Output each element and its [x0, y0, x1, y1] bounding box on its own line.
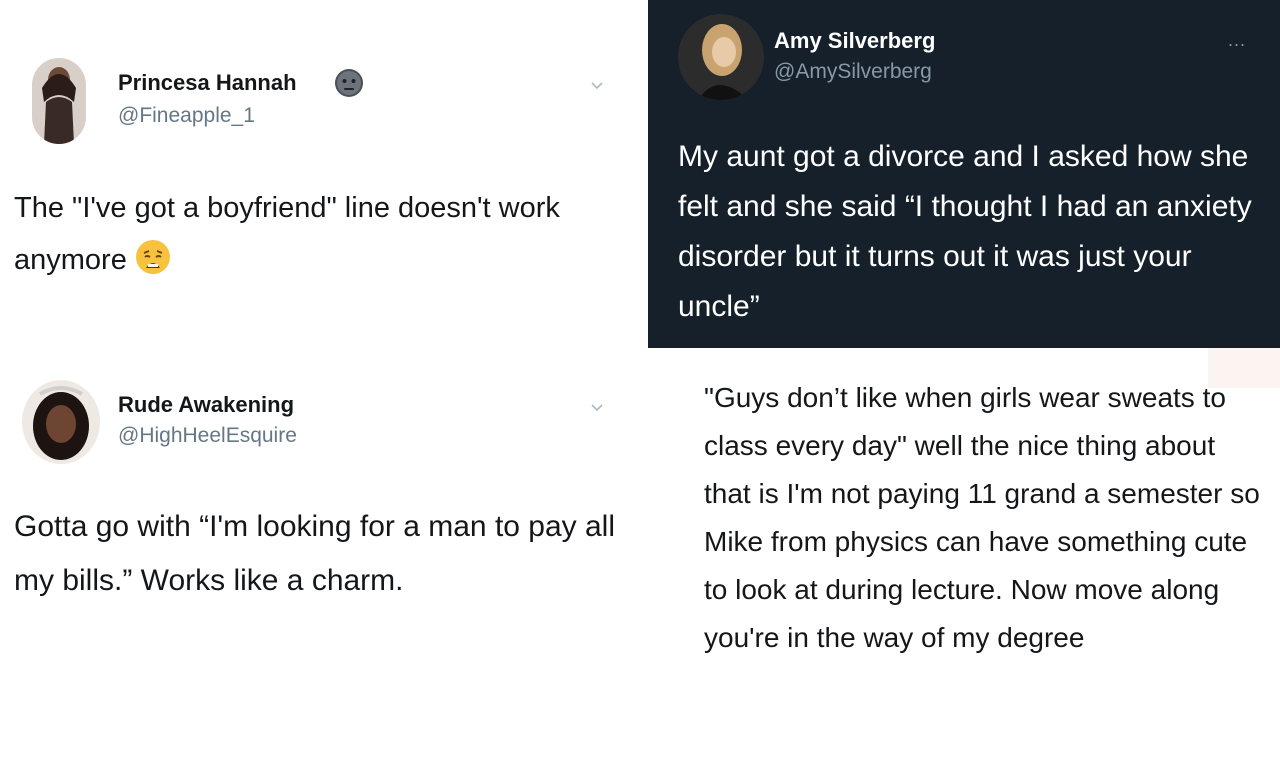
tweet-text: Gotta go with “I'm looking for a man to …: [14, 510, 616, 597]
user-avatar-icon[interactable]: [22, 380, 100, 464]
display-name[interactable]: Amy Silverberg: [774, 28, 935, 54]
display-name[interactable]: Rude Awakening: [118, 392, 294, 418]
user-handle[interactable]: @AmySilverberg: [774, 60, 932, 84]
weary-face-emoji-icon: [135, 239, 171, 275]
tweet-text: "Guys don’t like when girls wear sweats …: [704, 382, 1260, 653]
chevron-down-icon[interactable]: [590, 78, 604, 92]
tweet-text-content: The "I've got a boyfriend" line doesn't …: [14, 192, 560, 276]
neutral-face-emoji-icon: [334, 68, 364, 98]
tweet-text-card: "Guys don’t like when girls wear sweats …: [648, 348, 1280, 769]
user-handle[interactable]: @Fineapple_1: [118, 104, 255, 128]
tweet-card-rude-awakening: Rude Awakening @HighHeelEsquire Gotta go…: [0, 348, 648, 769]
user-handle[interactable]: @HighHeelEsquire: [118, 424, 297, 448]
user-avatar-icon[interactable]: [678, 14, 764, 100]
chevron-down-icon[interactable]: [590, 400, 604, 414]
tweet-card-amy-silverberg: Amy Silverberg @AmySilverberg ... My aun…: [648, 0, 1280, 348]
display-name[interactable]: Princesa Hannah: [118, 70, 297, 96]
tweet-text: My aunt got a divorce and I asked how sh…: [678, 140, 1252, 323]
tweet-text: The "I've got a boyfriend" line doesn't …: [14, 182, 624, 286]
more-options-icon[interactable]: ...: [1228, 30, 1246, 51]
tweet-card-princesa-hannah: Princesa Hannah @Fineapple_1 The "I've g…: [0, 0, 648, 348]
user-avatar-icon[interactable]: [32, 58, 86, 144]
